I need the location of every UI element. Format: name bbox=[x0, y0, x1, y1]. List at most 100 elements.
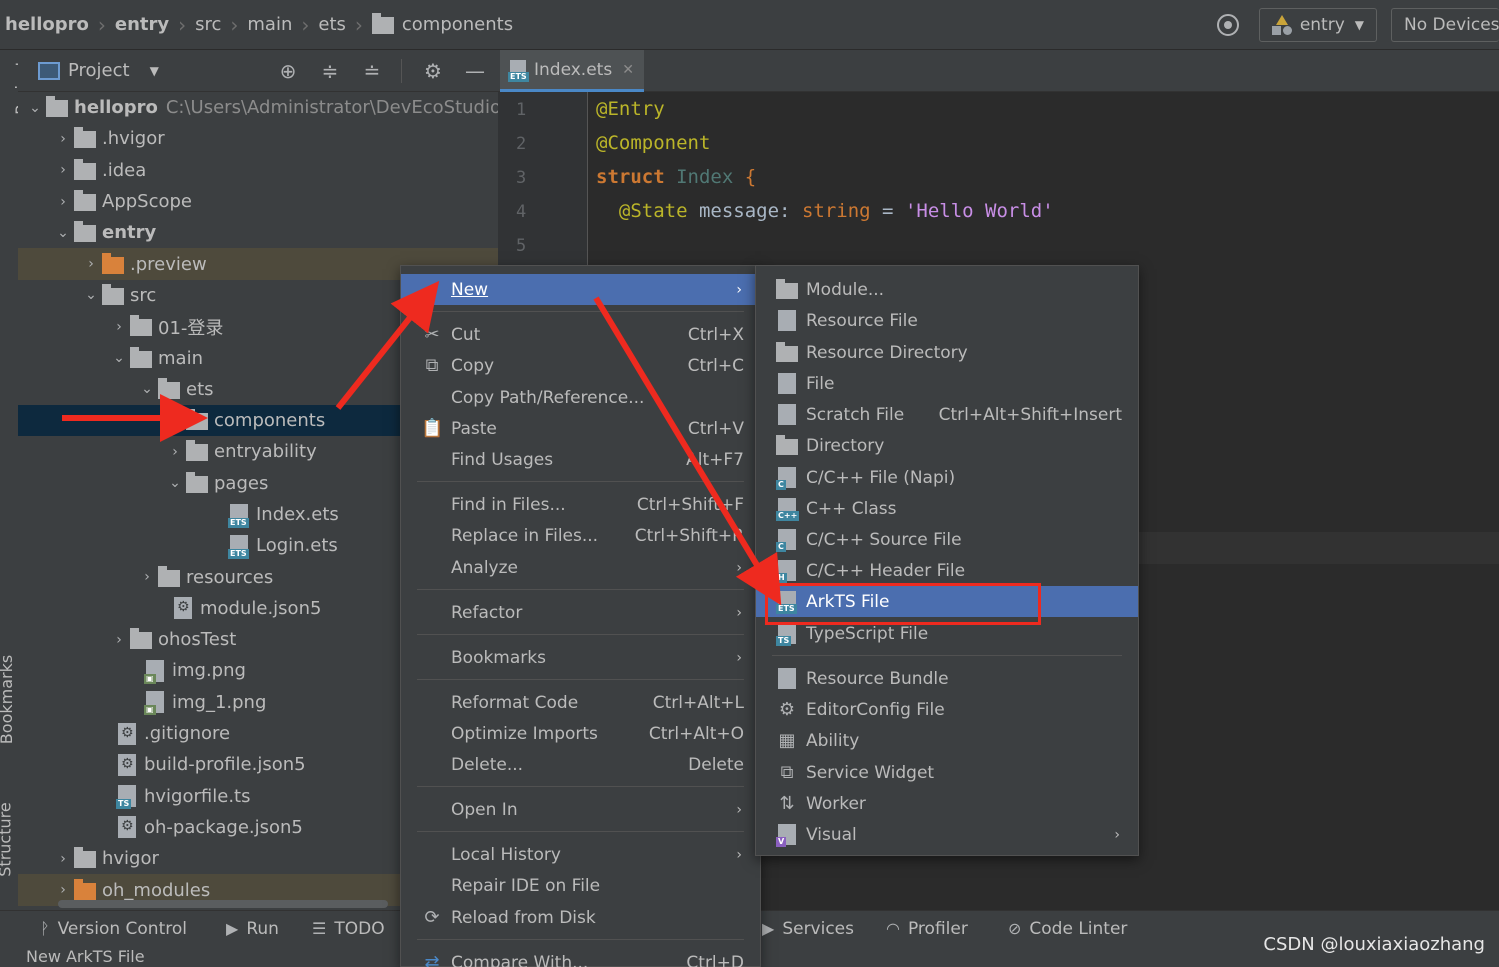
tree-item-path: C:\Users\Administrator\DevEcoStudioPro bbox=[165, 97, 498, 119]
chevron-down-icon[interactable]: ⌄ bbox=[52, 225, 74, 241]
project-panel-title[interactable]: Project bbox=[68, 60, 130, 81]
collapse-all-icon[interactable]: ≐ bbox=[361, 59, 383, 83]
menu-item-copy[interactable]: ⧉ Copy Ctrl+C bbox=[401, 350, 760, 381]
todo-button[interactable]: ☰ TODO bbox=[312, 919, 385, 939]
chevron-down-icon[interactable]: ⌄ bbox=[80, 287, 102, 303]
chevron-right-icon[interactable]: › bbox=[52, 882, 74, 898]
locate-target-icon[interactable] bbox=[1216, 14, 1239, 36]
tree-item-hellopro[interactable]: ⌄ hellopro C:\Users\Administrator\DevEco… bbox=[18, 92, 498, 123]
crosshair-icon[interactable]: ⊕ bbox=[277, 59, 299, 83]
tree-item-label: entryability bbox=[214, 441, 317, 463]
chevron-down-icon[interactable]: ⌄ bbox=[24, 100, 46, 116]
submenu-item-editorconfig[interactable]: ⚙ EditorConfig File bbox=[756, 694, 1138, 725]
project-view-icon bbox=[38, 61, 60, 80]
menu-item-compare-with[interactable]: ⇄ Compare With... Ctrl+D bbox=[401, 947, 760, 967]
module-folder-icon bbox=[74, 221, 96, 243]
submenu-item-cpp-class[interactable]: C++ C++ Class bbox=[756, 493, 1138, 524]
editor-tab-index-ets[interactable]: ETS Index.ets ✕ bbox=[500, 50, 644, 92]
menu-item-paste[interactable]: 📋 Paste Ctrl+V bbox=[401, 413, 760, 444]
breadcrumb-entry[interactable]: entry bbox=[115, 14, 169, 35]
submenu-item-cpp-header[interactable]: H C/C++ Header File bbox=[756, 555, 1138, 586]
gear-icon[interactable]: ⚙ bbox=[422, 59, 444, 83]
tree-item-label: img.png bbox=[172, 660, 246, 682]
tree-item-idea[interactable]: › .idea bbox=[18, 155, 498, 186]
submenu-item-file[interactable]: File bbox=[756, 368, 1138, 399]
submenu-item-worker[interactable]: ⇅ Worker bbox=[756, 788, 1138, 819]
chevron-right-icon[interactable]: › bbox=[52, 851, 74, 867]
chevron-down-icon[interactable]: ⌄ bbox=[164, 475, 186, 491]
menu-item-find-usages[interactable]: Find Usages Alt+F7 bbox=[401, 444, 760, 475]
horizontal-scrollbar[interactable] bbox=[58, 900, 388, 908]
submenu-item-cpp-napi[interactable]: C C/C++ File (Napi) bbox=[756, 462, 1138, 493]
chevron-down-icon[interactable]: ⌄ bbox=[108, 350, 130, 366]
breadcrumb-hellopro[interactable]: hellopro bbox=[5, 14, 89, 35]
tree-item-entry[interactable]: ⌄ entry bbox=[18, 217, 498, 248]
code-linter-button[interactable]: ⊘ Code Linter bbox=[1008, 919, 1127, 939]
services-button[interactable]: ▶ Services bbox=[762, 919, 854, 939]
menu-item-replace-in-files[interactable]: Replace in Files... Ctrl+Shift+R bbox=[401, 520, 760, 551]
chevron-right-icon: › bbox=[736, 604, 742, 621]
tree-item-label: oh_modules bbox=[102, 879, 211, 901]
resource-file-icon bbox=[778, 310, 796, 331]
menu-item-reformat-code[interactable]: Reformat Code Ctrl+Alt+L bbox=[401, 687, 760, 718]
excluded-folder-icon bbox=[74, 878, 96, 900]
menu-item-bookmarks[interactable]: Bookmarks › bbox=[401, 642, 760, 673]
submenu-item-ability[interactable]: ▦ Ability bbox=[756, 725, 1138, 756]
structure-tool-tab[interactable]: Structure bbox=[0, 802, 15, 876]
chevron-right-icon[interactable]: › bbox=[80, 256, 102, 272]
breadcrumb-ets[interactable]: ets bbox=[318, 14, 346, 35]
run-config-select[interactable]: entry ▼ bbox=[1258, 8, 1377, 42]
chevron-right-icon[interactable]: › bbox=[52, 131, 74, 147]
chevron-right-icon[interactable]: › bbox=[136, 569, 158, 585]
menu-item-repair-ide[interactable]: Repair IDE on File bbox=[401, 870, 760, 901]
device-select[interactable]: No Devices bbox=[1391, 8, 1499, 42]
run-button[interactable]: ▶ Run bbox=[226, 919, 279, 939]
tree-item-appscope[interactable]: › AppScope bbox=[18, 186, 498, 217]
menu-item-label: Visual bbox=[806, 824, 857, 845]
menu-item-delete[interactable]: Delete... Delete bbox=[401, 749, 760, 780]
submenu-item-scratch-file[interactable]: Scratch File Ctrl+Alt+Shift+Insert bbox=[756, 399, 1138, 430]
copy-icon: ⧉ bbox=[425, 355, 439, 376]
expand-all-icon[interactable]: ≑ bbox=[319, 59, 341, 83]
tree-item-label: .idea bbox=[102, 159, 147, 181]
folder-icon bbox=[102, 283, 124, 305]
folder-icon bbox=[186, 440, 208, 462]
chevron-right-icon[interactable]: › bbox=[52, 194, 74, 210]
menu-item-optimize-imports[interactable]: Optimize Imports Ctrl+Alt+O bbox=[401, 718, 760, 749]
breadcrumb-components[interactable]: components bbox=[371, 13, 513, 35]
menu-item-find-in-files[interactable]: Find in Files... Ctrl+Shift+F bbox=[401, 489, 760, 520]
bookmarks-tool-tab[interactable]: Bookmarks bbox=[0, 655, 16, 744]
breadcrumb-main[interactable]: main bbox=[247, 14, 292, 35]
minimize-icon[interactable]: — bbox=[464, 59, 486, 83]
chevron-right-icon[interactable]: › bbox=[164, 444, 186, 460]
close-icon[interactable]: ✕ bbox=[622, 62, 634, 78]
tree-item-label: src bbox=[130, 284, 157, 306]
menu-item-new[interactable]: New › bbox=[401, 274, 760, 305]
caret-down-icon[interactable]: ▼ bbox=[150, 64, 159, 78]
profiler-button[interactable]: ◠ Profiler bbox=[886, 919, 968, 939]
menu-item-reload-from-disk[interactable]: ⟳ Reload from Disk bbox=[401, 902, 760, 933]
submenu-item-resource-file[interactable]: Resource File bbox=[756, 305, 1138, 336]
submenu-item-resource-bundle[interactable]: Resource Bundle bbox=[756, 663, 1138, 694]
tree-item-hvigor-dir[interactable]: › .hvigor bbox=[18, 123, 498, 154]
chevron-right-icon[interactable]: › bbox=[108, 319, 130, 335]
chevron-right-icon: › bbox=[736, 846, 742, 863]
submenu-item-visual[interactable]: V Visual › bbox=[756, 819, 1138, 850]
chevron-right-icon[interactable]: › bbox=[108, 632, 130, 648]
chevron-down-icon[interactable]: ⌄ bbox=[136, 381, 158, 397]
submenu-item-service-widget[interactable]: ⧉ Service Widget bbox=[756, 757, 1138, 788]
menu-item-open-in[interactable]: Open In › bbox=[401, 794, 760, 825]
menu-item-local-history[interactable]: Local History › bbox=[401, 839, 760, 870]
submenu-item-resource-directory[interactable]: Resource Directory bbox=[756, 337, 1138, 368]
breadcrumb-src[interactable]: src bbox=[195, 14, 221, 35]
menu-separator bbox=[417, 679, 744, 680]
menu-item-analyze[interactable]: Analyze › bbox=[401, 552, 760, 583]
chevron-right-icon[interactable]: › bbox=[52, 162, 74, 178]
menu-item-refactor[interactable]: Refactor › bbox=[401, 597, 760, 628]
submenu-item-module[interactable]: Module... bbox=[756, 274, 1138, 305]
submenu-item-cpp-source[interactable]: C C/C++ Source File bbox=[756, 524, 1138, 555]
menu-item-cut[interactable]: ✂ Cut Ctrl+X bbox=[401, 319, 760, 350]
submenu-item-directory[interactable]: Directory bbox=[756, 430, 1138, 461]
menu-item-copy-path[interactable]: Copy Path/Reference... bbox=[401, 382, 760, 413]
version-control-button[interactable]: ᚹ Version Control bbox=[40, 919, 187, 939]
